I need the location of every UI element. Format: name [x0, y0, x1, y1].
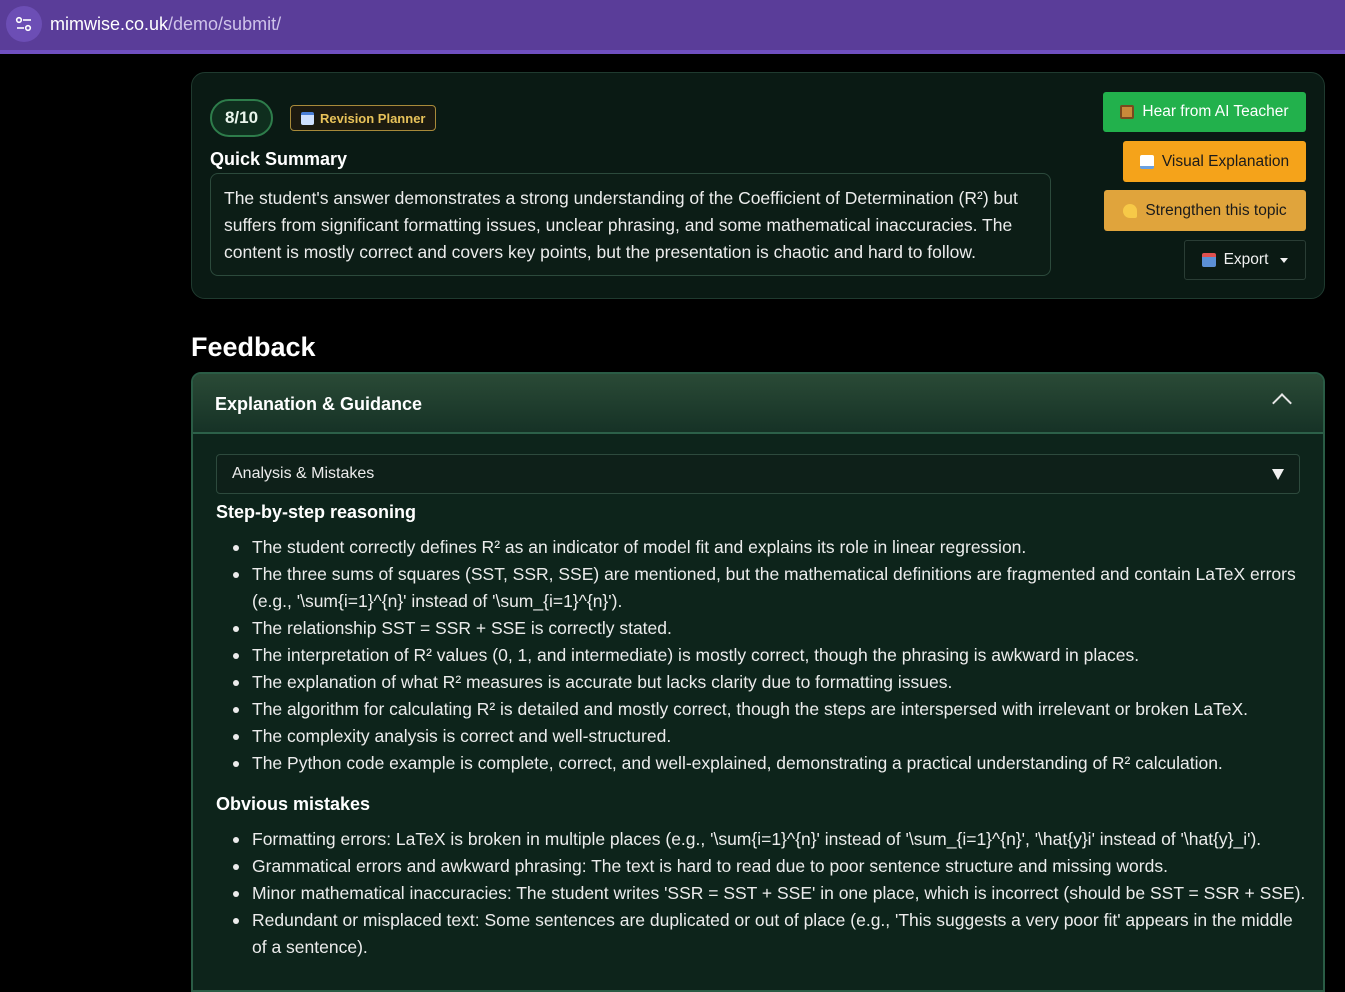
list-item: The interpretation of R² values (0, 1, a…	[216, 642, 1306, 669]
ai-teacher-button[interactable]: Hear from AI Teacher	[1103, 92, 1306, 132]
visual-explanation-label: Visual Explanation	[1161, 152, 1290, 170]
url-field[interactable]: mimwise.co.uk/demo/submit/	[50, 13, 281, 35]
book-icon	[1139, 154, 1154, 169]
feedback-heading: Feedback	[191, 332, 316, 362]
quick-summary-title: Quick Summary	[210, 149, 348, 169]
url-path: /demo/submit/	[168, 14, 282, 34]
revision-planner-label: Revision Planner	[320, 110, 426, 126]
strengthen-topic-button[interactable]: Strengthen this topic	[1104, 190, 1306, 231]
site-info-button[interactable]	[6, 6, 42, 42]
export-dropdown-button[interactable]: Export	[1184, 240, 1306, 280]
visual-explanation-button[interactable]: Visual Explanation	[1123, 141, 1306, 182]
score-badge: 8/10	[210, 99, 273, 137]
list-item: The complexity analysis is correct and w…	[216, 723, 1306, 750]
strengthen-topic-label: Strengthen this topic	[1145, 201, 1287, 219]
explanation-guidance-header[interactable]: Explanation & Guidance	[193, 374, 1323, 434]
panel-title: Explanation & Guidance	[215, 394, 423, 414]
list-item: Minor mathematical inaccuracies: The stu…	[216, 880, 1306, 907]
caret-down-icon	[1280, 257, 1289, 263]
flexed-arm-icon	[1123, 203, 1138, 218]
teacher-icon	[1120, 105, 1135, 119]
analysis-select[interactable]: Analysis & Mistakes	[216, 454, 1300, 494]
reasoning-list: The student correctly defines R² as an i…	[216, 534, 1306, 777]
outbox-icon	[1201, 253, 1216, 267]
list-item: The relationship SST = SSR + SSE is corr…	[216, 615, 1306, 642]
chevron-up-icon[interactable]	[1272, 393, 1292, 413]
url-domain: mimwise.co.uk	[50, 14, 169, 34]
reasoning-heading: Step-by-step reasoning	[216, 502, 417, 522]
list-item: The three sums of squares (SST, SSR, SSE…	[216, 561, 1306, 615]
list-item: Formatting errors: LaTeX is broken in mu…	[216, 826, 1306, 853]
explanation-guidance-panel: Explanation & Guidance Analysis & Mistak…	[191, 372, 1325, 992]
summary-card: 8/10 Revision Planner Quick Summary The …	[191, 72, 1325, 299]
revision-planner-button[interactable]: Revision Planner	[290, 105, 437, 131]
dropdown-arrow-icon	[1272, 469, 1284, 480]
list-item: The Python code example is complete, cor…	[216, 750, 1306, 777]
calendar-icon	[301, 111, 314, 125]
list-item: Grammatical errors and awkward phrasing:…	[216, 853, 1306, 880]
list-item: Redundant or misplaced text: Some senten…	[216, 907, 1306, 961]
tune-icon	[15, 16, 32, 32]
mistakes-list: Formatting errors: LaTeX is broken in mu…	[216, 826, 1306, 961]
analysis-select-value: Analysis & Mistakes	[232, 465, 375, 482]
browser-address-bar: mimwise.co.uk/demo/submit/	[0, 0, 1345, 54]
quick-summary-text: The student's answer demonstrates a stro…	[210, 173, 1051, 276]
export-label: Export	[1223, 251, 1269, 268]
list-item: The explanation of what R² measures is a…	[216, 669, 1306, 696]
mistakes-heading: Obvious mistakes	[216, 794, 371, 814]
ai-teacher-label: Hear from AI Teacher	[1142, 103, 1289, 120]
list-item: The algorithm for calculating R² is deta…	[216, 696, 1306, 723]
list-item: The student correctly defines R² as an i…	[216, 534, 1306, 561]
